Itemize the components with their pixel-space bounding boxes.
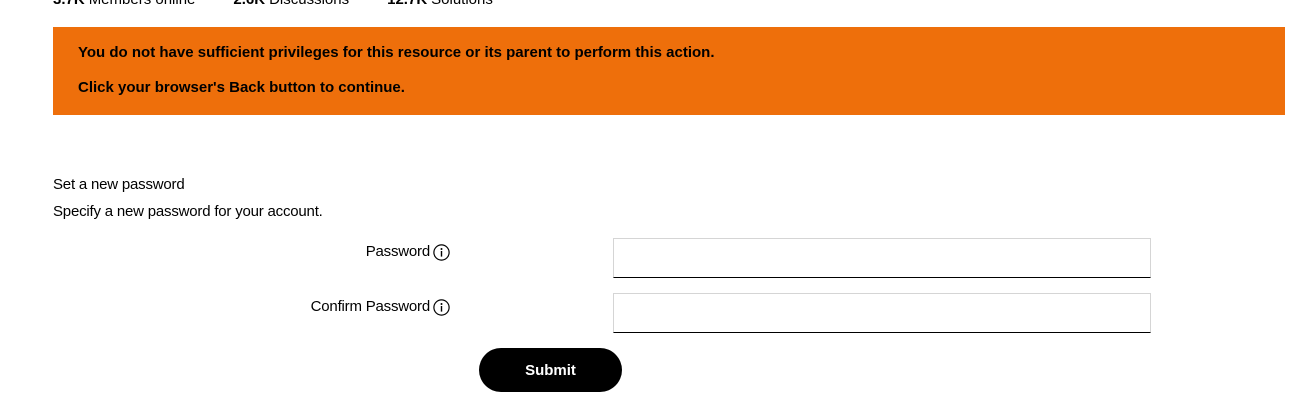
- password-input[interactable]: [613, 238, 1151, 278]
- privilege-alert-banner: You do not have sufficient privileges fo…: [53, 27, 1285, 115]
- confirm-password-label: Confirm Password: [311, 298, 450, 316]
- form-description: Specify a new password for your account.: [53, 203, 323, 220]
- submit-button[interactable]: Submit: [479, 348, 622, 392]
- stat-label: Solutions: [431, 0, 493, 8]
- stat-label: Members online: [89, 0, 196, 8]
- confirm-password-input[interactable]: [613, 293, 1151, 333]
- confirm-password-info-icon[interactable]: [433, 298, 450, 316]
- password-label-text: Password: [365, 243, 430, 260]
- stat-discussions: 2.6K Discussions: [233, 0, 349, 8]
- stat-value: 2.6K: [233, 0, 265, 8]
- stat-members-online: 3.7K Members online: [53, 0, 195, 8]
- stat-label: Discussions: [269, 0, 349, 8]
- stat-value: 12.7K: [387, 0, 427, 8]
- form-title: Set a new password: [53, 176, 185, 193]
- alert-message: You do not have sufficient privileges fo…: [78, 44, 715, 61]
- stat-value: 3.7K: [53, 0, 85, 8]
- confirm-password-label-text: Confirm Password: [310, 298, 431, 315]
- stat-solutions: 12.7K Solutions: [387, 0, 493, 8]
- alert-hint: Click your browser's Back button to cont…: [78, 79, 405, 96]
- password-label: Password: [366, 243, 450, 261]
- community-stats: 3.7K Members online 2.6K Discussions 12.7K…: [53, 0, 493, 8]
- password-info-icon[interactable]: [433, 243, 450, 261]
